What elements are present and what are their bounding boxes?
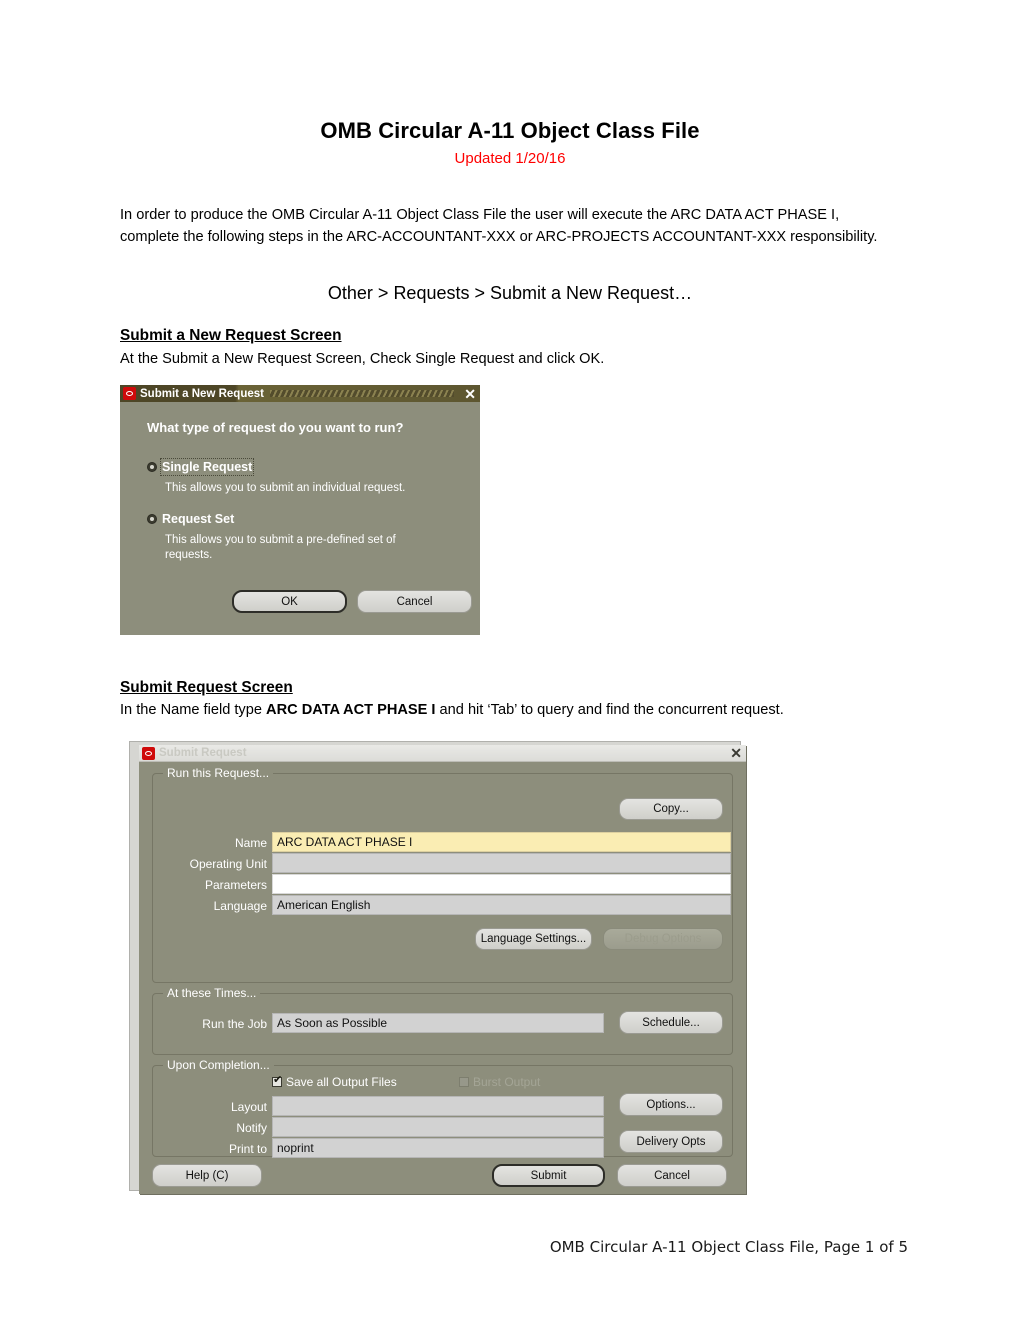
ok-button-label: OK	[281, 595, 298, 608]
name-field-value: ARC DATA ACT PHASE I	[277, 835, 413, 849]
layout-field[interactable]	[272, 1096, 604, 1116]
submit-a-new-request-dialog: Submit a New Request ✕ What type of requ…	[120, 385, 480, 635]
debug-options-button: Debug Options	[603, 928, 723, 950]
language-field[interactable]: American English	[272, 895, 731, 915]
print-to-field-value: noprint	[277, 1141, 314, 1155]
save-all-output-files-label: Save all Output Files	[286, 1075, 397, 1089]
save-all-output-files-checkbox[interactable]: Save all Output Files	[272, 1075, 397, 1089]
group-run-title: Run this Request...	[163, 766, 274, 780]
help-button-label: Help (C)	[185, 1169, 229, 1182]
notify-field-label: Notify	[236, 1121, 267, 1135]
submit-button[interactable]: Submit	[492, 1164, 605, 1187]
section-instruction-1: At the Submit a New Request Screen, Chec…	[120, 351, 605, 367]
instruction-suffix: and hit ‘Tab’ to query and find the conc…	[435, 702, 784, 718]
copy-button-label: Copy...	[653, 803, 689, 815]
submit-button-label: Submit	[530, 1169, 567, 1182]
oracle-logo-icon	[123, 387, 136, 400]
submit-request-dialog: Submit Request ✕ Run this Request... Cop…	[139, 745, 746, 1194]
group-times-title: At these Times...	[163, 986, 261, 1000]
cancel-button-label: Cancel	[654, 1169, 690, 1182]
layout-field-label: Layout	[230, 1100, 267, 1114]
operating-unit-field-label: Operating Unit	[189, 857, 267, 871]
language-field-label: Language	[213, 899, 267, 913]
help-button[interactable]: Help (C)	[152, 1164, 262, 1187]
radio-request-set-label: Request Set	[162, 512, 235, 526]
close-icon[interactable]: ✕	[460, 387, 476, 401]
section-heading-submit-new-request: Submit a New Request Screen	[120, 327, 342, 344]
radio-request-set-description: This allows you to submit a pre-defined …	[165, 534, 396, 561]
parameters-field[interactable]	[272, 874, 731, 894]
dialog-title: Submit a New Request	[140, 387, 264, 400]
radio-single-request-description: This allows you to submit an individual …	[165, 482, 406, 494]
parameters-field-label: Parameters	[204, 878, 267, 892]
debug-options-button-label: Debug Options	[624, 933, 702, 945]
delivery-opts-button[interactable]: Delivery Opts	[619, 1130, 723, 1153]
burst-output-checkbox: Burst Output	[459, 1075, 540, 1089]
instruction-bold: ARC DATA ACT PHASE I	[266, 702, 436, 718]
dialog-titlebar: Submit a New Request ✕	[120, 385, 480, 402]
radio-single-request[interactable]: Single Request	[147, 458, 255, 476]
burst-output-label: Burst Output	[473, 1075, 541, 1089]
cancel-button[interactable]: Cancel	[357, 590, 472, 613]
delivery-opts-button-label: Delivery Opts	[636, 1135, 706, 1148]
radio-request-set[interactable]: Request Set	[147, 512, 234, 526]
ok-button[interactable]: OK	[232, 590, 347, 613]
checkbox-icon	[459, 1077, 469, 1087]
section-heading-submit-request: Submit Request Screen	[120, 679, 293, 696]
run-the-job-value: As Soon as Possible	[277, 1016, 388, 1030]
page-footer: OMB Circular A-11 Object Class File, Pag…	[549, 1238, 908, 1256]
language-settings-button[interactable]: Language Settings...	[475, 928, 592, 950]
print-to-field-label: Print to	[228, 1142, 267, 1156]
cancel-button[interactable]: Cancel	[617, 1164, 727, 1187]
schedule-button-label: Schedule...	[642, 1016, 700, 1029]
name-field[interactable]: ARC DATA ACT PHASE I	[272, 832, 731, 852]
dialog-title: Submit Request	[159, 747, 247, 759]
radio-dot-icon	[147, 462, 157, 472]
language-settings-button-label: Language Settings...	[480, 933, 587, 945]
section-instruction-2: In the Name field type ARC DATA ACT PHAS…	[120, 700, 880, 722]
radio-single-request-label: Single Request	[159, 458, 255, 476]
instruction-prefix: In the Name field type	[120, 702, 267, 718]
options-button[interactable]: Options...	[619, 1093, 723, 1116]
navigation-path: Other > Requests > Submit a New Request…	[327, 283, 693, 303]
notify-field[interactable]	[272, 1117, 604, 1137]
language-field-value: American English	[277, 898, 371, 912]
page-title: OMB Circular A-11 Object Class File	[320, 118, 700, 143]
titlebar-texture	[269, 390, 455, 397]
group-completion-title: Upon Completion...	[163, 1058, 274, 1072]
request-type-question: What type of request do you want to run?	[147, 420, 404, 435]
copy-button[interactable]: Copy...	[619, 798, 723, 820]
oracle-logo-icon	[142, 746, 155, 760]
cancel-button-label: Cancel	[396, 595, 433, 608]
dialog-titlebar: Submit Request ✕	[139, 745, 746, 762]
page-subtitle: Updated 1/20/16	[454, 150, 566, 167]
checkbox-icon	[272, 1075, 282, 1087]
print-to-field[interactable]: noprint	[272, 1138, 604, 1158]
radio-dot-icon	[147, 514, 157, 524]
run-the-job-field[interactable]: As Soon as Possible	[272, 1013, 604, 1033]
operating-unit-field[interactable]	[272, 853, 731, 873]
options-button-label: Options...	[646, 1098, 696, 1111]
intro-paragraph: In order to produce the OMB Circular A-1…	[120, 207, 878, 245]
schedule-button[interactable]: Schedule...	[619, 1011, 723, 1034]
name-field-label: Name	[234, 836, 267, 850]
close-icon[interactable]: ✕	[726, 746, 742, 760]
run-the-job-label: Run the Job	[202, 1017, 267, 1031]
